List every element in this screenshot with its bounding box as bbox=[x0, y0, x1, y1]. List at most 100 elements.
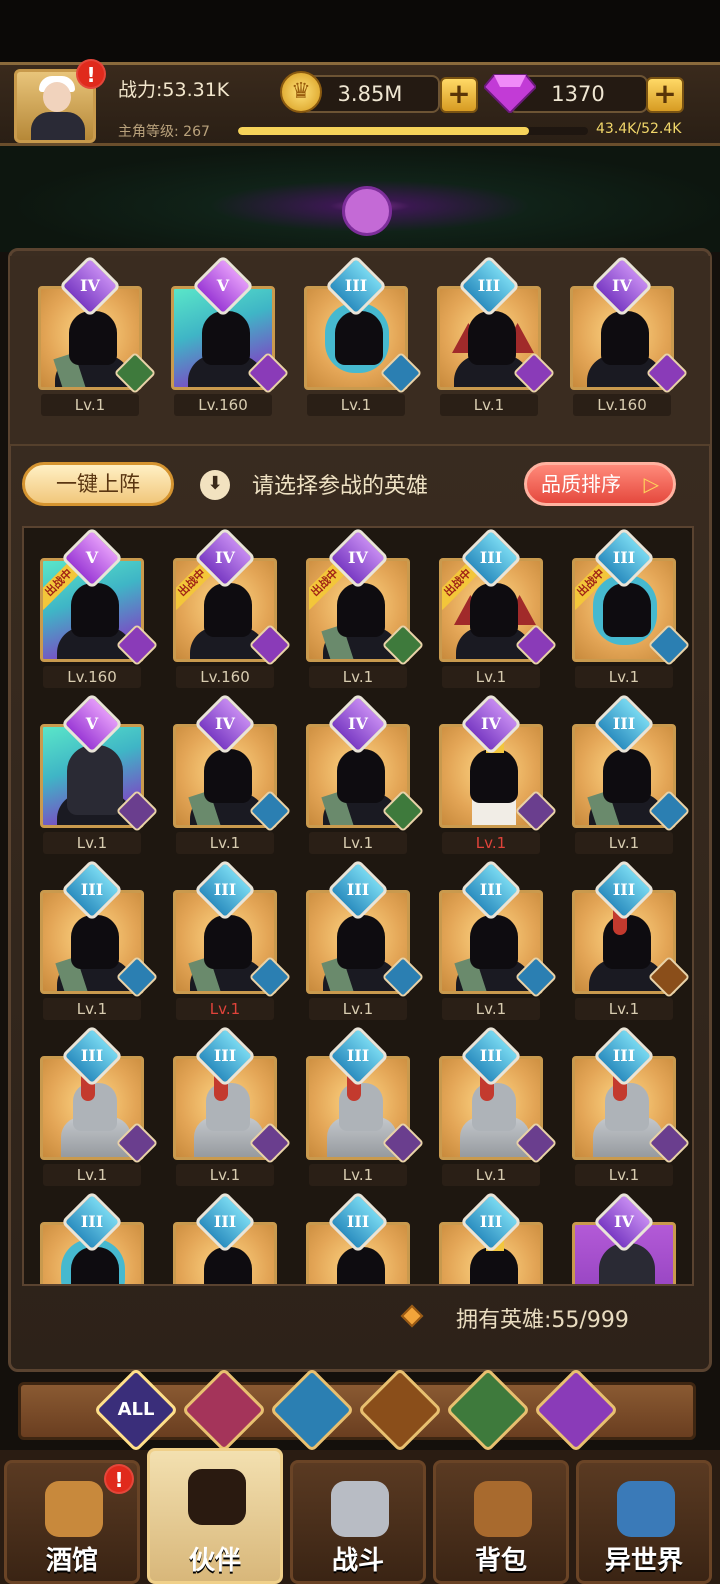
priest-robe bbox=[472, 1285, 516, 1286]
player-hud: ! 战力:53.31K 主角等级: 267 43.4K/52.4K 3.85M … bbox=[0, 59, 720, 146]
hero-level: Lv.160 bbox=[43, 666, 141, 688]
hero-level: Lv.1 bbox=[442, 666, 540, 688]
tier-label: IV bbox=[348, 548, 368, 567]
gem-icon bbox=[484, 74, 536, 113]
knight-helmet bbox=[472, 1083, 516, 1131]
gem-amount: 1370 bbox=[551, 82, 605, 106]
hero-level: Lv.1 bbox=[309, 666, 407, 688]
hero-silhouette bbox=[470, 583, 518, 637]
tier-label: III bbox=[479, 1046, 503, 1065]
tier-label: III bbox=[213, 1046, 237, 1065]
owned-label: 拥有英雄: bbox=[456, 1308, 552, 1333]
combat-power: 战力:53.31K bbox=[118, 79, 230, 101]
tier-label: IV bbox=[614, 1212, 634, 1231]
nav-tab-1[interactable]: 伙伴 bbox=[147, 1448, 283, 1584]
hero-silhouette bbox=[603, 915, 651, 969]
nav-tab-label: 战斗 bbox=[331, 1546, 384, 1576]
hero-silhouette bbox=[71, 1247, 119, 1284]
hero-level: Lv.1 bbox=[43, 1164, 141, 1186]
hero-silhouette bbox=[603, 749, 651, 803]
nav-tab-label: 背包 bbox=[474, 1546, 527, 1576]
nav-tab-3[interactable]: 背包 bbox=[433, 1460, 569, 1584]
add-gold-button[interactable]: + bbox=[440, 77, 478, 113]
tier-label: IV bbox=[215, 548, 235, 567]
tier-label: V bbox=[85, 714, 99, 733]
hero-grid[interactable]: 出战中 V Lv.160 出战中 IV Lv.160 出战中 IV Lv.1 出战中 III Lv.1… bbox=[22, 526, 694, 1286]
hero-level: Lv.1 bbox=[440, 394, 538, 416]
xp-progress-text: 43.4K/52.4K bbox=[596, 121, 682, 137]
tier-label: III bbox=[213, 880, 237, 899]
hero-level-label: 主角等级: bbox=[118, 124, 179, 140]
hero-silhouette bbox=[337, 583, 385, 637]
play-arrow-icon: ▷ bbox=[643, 472, 659, 496]
tier-label: IV bbox=[612, 276, 632, 295]
hero-level: Lv.1 bbox=[309, 1164, 407, 1186]
nav-tab-2[interactable]: 战斗 bbox=[290, 1460, 426, 1584]
tier-label: III bbox=[479, 880, 503, 899]
filter-label bbox=[373, 1383, 427, 1437]
hero-level: Lv.1 bbox=[575, 1164, 673, 1186]
nav-tab-label: 异世界 bbox=[604, 1546, 683, 1576]
hero-silhouette bbox=[337, 915, 385, 969]
add-gem-button[interactable]: + bbox=[646, 77, 684, 113]
tier-label: III bbox=[80, 1212, 104, 1231]
nav-tab-4[interactable]: 异世界 bbox=[576, 1460, 712, 1584]
knight-helmet bbox=[605, 1083, 649, 1131]
gold-coin-icon: ♛ bbox=[280, 71, 322, 113]
hero-level: Lv.160 bbox=[176, 666, 274, 688]
tier-label: III bbox=[479, 548, 503, 567]
battle-icon bbox=[331, 1481, 389, 1537]
hero-level: Lv.1 bbox=[442, 832, 540, 854]
hero-silhouette bbox=[204, 1247, 252, 1284]
hero-level: Lv.1 bbox=[442, 998, 540, 1020]
hero-silhouette bbox=[69, 311, 117, 365]
hero-level: Lv.1 bbox=[309, 998, 407, 1020]
game-screen: ! 战力:53.31K 主角等级: 267 43.4K/52.4K 3.85M … bbox=[0, 0, 720, 1584]
hero-level: Lv.1 bbox=[307, 394, 405, 416]
hero-level: Lv.1 bbox=[176, 832, 274, 854]
sort-label: 品质排序 bbox=[541, 472, 621, 496]
hero-silhouette bbox=[337, 1247, 385, 1284]
hero-level: Lv.1 bbox=[575, 998, 673, 1020]
hero-silhouette bbox=[468, 311, 516, 365]
hero-silhouette bbox=[601, 311, 649, 365]
tier-label: III bbox=[80, 880, 104, 899]
owned-count: 55/999 bbox=[551, 1308, 629, 1333]
tier-label: III bbox=[612, 714, 636, 733]
hero-silhouette bbox=[470, 915, 518, 969]
hero-silhouette bbox=[470, 749, 518, 803]
hero-level: Lv.1 bbox=[43, 832, 141, 854]
otherworld-icon bbox=[617, 1481, 675, 1537]
tier-label: III bbox=[346, 880, 370, 899]
partner-icon bbox=[188, 1469, 246, 1525]
tier-label: III bbox=[612, 548, 636, 567]
nav-alert-icon: ! bbox=[104, 1464, 134, 1494]
avatar-alert-icon: ! bbox=[76, 59, 106, 89]
background-scene bbox=[0, 146, 720, 252]
hero-level: Lv.160 bbox=[174, 394, 272, 416]
hero-level: Lv.1 bbox=[176, 1164, 274, 1186]
hero-silhouette bbox=[71, 583, 119, 637]
tier-label: IV bbox=[481, 714, 501, 733]
hero-silhouette bbox=[337, 749, 385, 803]
tier-label: V bbox=[85, 548, 99, 567]
hero-level: Lv.1 bbox=[575, 666, 673, 688]
hero-level-row: 主角等级: 267 bbox=[118, 121, 210, 141]
tier-label: IV bbox=[348, 714, 368, 733]
hero-level: Lv.1 bbox=[41, 394, 139, 416]
hero-level: Lv.1 bbox=[176, 998, 274, 1020]
tier-label: III bbox=[346, 1212, 370, 1231]
hero-silhouette bbox=[470, 1247, 518, 1284]
auto-deploy-button[interactable]: 一键上阵 bbox=[22, 462, 174, 506]
hero-silhouette bbox=[204, 915, 252, 969]
tier-label: III bbox=[612, 1046, 636, 1065]
hero-silhouette bbox=[204, 749, 252, 803]
quality-sort-button[interactable]: 品质排序 ▷ bbox=[524, 462, 676, 506]
hero-silhouette bbox=[71, 915, 119, 969]
filter-label bbox=[197, 1383, 251, 1437]
hero-level-value: 267 bbox=[183, 124, 210, 140]
hero-level: Lv.1 bbox=[43, 998, 141, 1020]
owned-heroes: 拥有英雄:55/999 bbox=[456, 1302, 629, 1334]
nav-tab-label: 伙伴 bbox=[188, 1546, 241, 1576]
knight-helmet bbox=[206, 1083, 250, 1131]
